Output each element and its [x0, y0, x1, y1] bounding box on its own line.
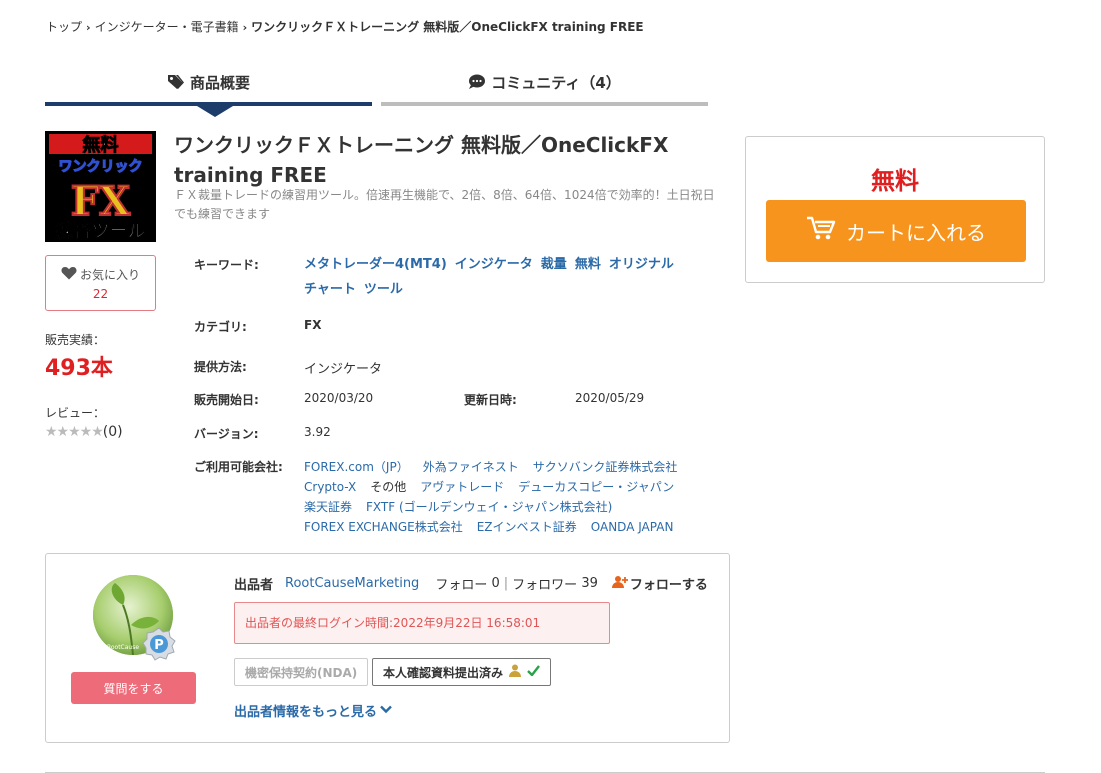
- company-other: その他: [370, 480, 407, 494]
- last-login-notice: 出品者の最終ログイン時間:2022年9月22日 16:58:01: [234, 602, 610, 644]
- seller-name-link[interactable]: RootCauseMarketing: [285, 576, 419, 591]
- company-link[interactable]: FOREX.com（JP）: [304, 460, 409, 474]
- review-label: レビュー：: [45, 406, 106, 420]
- companies-label: ご利用可能会社:: [194, 460, 283, 474]
- price: 無料: [871, 167, 919, 195]
- review-rating[interactable]: ★★★★★(0): [45, 424, 123, 440]
- active-tab-pointer: [197, 106, 233, 117]
- thumb-text-fx: FX: [71, 178, 130, 225]
- company-link[interactable]: OANDA JAPAN: [591, 520, 674, 534]
- follow-button[interactable]: フォローする: [611, 574, 708, 593]
- breadcrumb-current: ワンクリックＦＸトレーニング 無料版／OneClickFX training F…: [251, 20, 644, 34]
- updated-label: 更新日時:: [464, 393, 517, 407]
- keyword-link[interactable]: ツール: [364, 282, 403, 297]
- company-link[interactable]: デューカスコピー・ジャパン: [518, 480, 674, 494]
- id-verified-label: 本人確認資料提出済み: [383, 665, 504, 680]
- method-value: インジケータ: [304, 362, 383, 377]
- divider: |: [503, 576, 509, 591]
- version-value: 3.92: [304, 425, 331, 439]
- favorite-button[interactable]: お気に入り 22: [45, 255, 156, 311]
- svg-text:P: P: [154, 638, 164, 653]
- company-link[interactable]: 楽天証券: [304, 500, 352, 514]
- start-date-value: 2020/03/20: [304, 391, 374, 405]
- seller-panel: RootCause P 質問をする 出品者 RootCauseMarketing…: [45, 553, 730, 743]
- id-verified-badge: 本人確認資料提出済み: [372, 658, 552, 686]
- keyword-link[interactable]: メタトレーダー4(MT4): [304, 257, 447, 272]
- keywords-label: キーワード:: [194, 258, 259, 272]
- seller-label: 出品者: [234, 578, 274, 593]
- start-date-label: 販売開始日:: [194, 393, 259, 407]
- keyword-link[interactable]: オリジナル: [609, 257, 674, 272]
- check-icon: [527, 665, 540, 679]
- cart-icon: [806, 215, 836, 247]
- sales-value: 493本: [45, 356, 113, 381]
- breadcrumb: トップ › インジケーター・電子書籍 › ワンクリックＦＸトレーニング 無料版／OneC…: [46, 18, 644, 35]
- chevron-right-icon: ›: [242, 21, 248, 34]
- thumb-text-free: 無料: [83, 134, 119, 156]
- seller-more-label: 出品者情報をもっと見る: [234, 705, 378, 720]
- keyword-link[interactable]: チャート: [304, 282, 356, 297]
- tab-bar: 商品概要 コミュニティ（4）: [45, 62, 708, 117]
- keyword-list: メタトレーダー4(MT4) インジケータ 裁量 無料 オリジナルチャート ツール: [304, 252, 704, 302]
- version-label: バージョン:: [194, 427, 259, 441]
- ask-question-button[interactable]: 質問をする: [71, 672, 196, 704]
- add-to-cart-label: カートに入れる: [846, 222, 986, 245]
- follower-label: フォロワー: [512, 578, 578, 593]
- favorite-label: お気に入り: [79, 268, 140, 282]
- tags-icon: [167, 74, 185, 90]
- heart-icon: [61, 266, 77, 283]
- company-link[interactable]: FXTF (ゴールデンウェイ・ジャパン株式会社): [366, 500, 612, 514]
- seller-info-line: 出品者 RootCauseMarketing フォロー 0 | フォロワー 39…: [234, 574, 708, 593]
- category-label: カテゴリ:: [194, 320, 247, 334]
- company-link[interactable]: 外為ファイネスト: [423, 460, 519, 474]
- avatar-caption: RootCause: [107, 644, 139, 651]
- tab-community-label: コミュニティ（4）: [491, 73, 621, 92]
- chevron-down-icon: [380, 703, 392, 718]
- follower-count: 39: [581, 576, 598, 591]
- product-description: ＦＸ裁量トレードの練習用ツール。倍速再生機能で、2倍、8倍、64倍、1024倍で…: [174, 188, 715, 221]
- add-to-cart-button[interactable]: カートに入れる: [766, 200, 1026, 262]
- comment-icon: [468, 74, 486, 90]
- category-link[interactable]: FX: [304, 318, 321, 332]
- tab-overview[interactable]: 商品概要: [45, 62, 372, 106]
- method-label: 提供方法:: [194, 360, 247, 374]
- chevron-right-icon: ›: [86, 21, 91, 34]
- updated-value: 2020/05/29: [575, 391, 645, 405]
- tab-community[interactable]: コミュニティ（4）: [381, 62, 708, 106]
- tab-overview-label: 商品概要: [189, 73, 250, 92]
- company-link[interactable]: Crypto-X: [304, 480, 356, 494]
- user-plus-icon: [611, 575, 628, 593]
- company-list: FOREX.com（JP） 外為ファイネスト サクソバンク証券株式会社 Crypto…: [304, 457, 691, 537]
- company-link[interactable]: アヴァトレード: [420, 480, 504, 494]
- company-link[interactable]: EZインベスト証券: [477, 520, 577, 534]
- breadcrumb-category[interactable]: インジケーター・電子書籍: [95, 20, 239, 34]
- user-icon: [509, 664, 522, 680]
- review-count: (0): [102, 424, 123, 440]
- product-title: ワンクリックＦＸトレーニング 無料版／OneClickFX training F…: [174, 133, 669, 187]
- product-thumbnail[interactable]: 無料 ワンクリック FX 練習ツール: [45, 131, 156, 242]
- keyword-link[interactable]: インジケータ: [455, 257, 533, 272]
- company-link[interactable]: FOREX EXCHANGE株式会社: [304, 520, 463, 534]
- company-link[interactable]: サクソバンク証券株式会社: [533, 460, 678, 474]
- sales-label: 販売実績：: [45, 333, 106, 347]
- thumb-text-oneclick: ワンクリック: [59, 159, 143, 175]
- seller-more-link[interactable]: 出品者情報をもっと見る: [234, 701, 392, 720]
- follow-count: 0: [491, 576, 500, 591]
- purchase-box: 無料 カートに入れる: [745, 136, 1045, 283]
- breadcrumb-top[interactable]: トップ: [46, 20, 82, 34]
- thumb-text-practice: 練習ツール: [56, 220, 146, 242]
- keyword-link[interactable]: 無料: [575, 257, 601, 272]
- keyword-link[interactable]: 裁量: [541, 257, 567, 272]
- follow-button-label: フォローする: [629, 578, 708, 593]
- nda-badge: 機密保持契約(NDA): [234, 658, 369, 686]
- premium-badge-icon: P: [142, 627, 176, 661]
- favorite-count: 22: [92, 287, 109, 301]
- star-rating-icon: ★★★★★: [45, 424, 104, 440]
- follow-label: フォロー: [435, 578, 488, 593]
